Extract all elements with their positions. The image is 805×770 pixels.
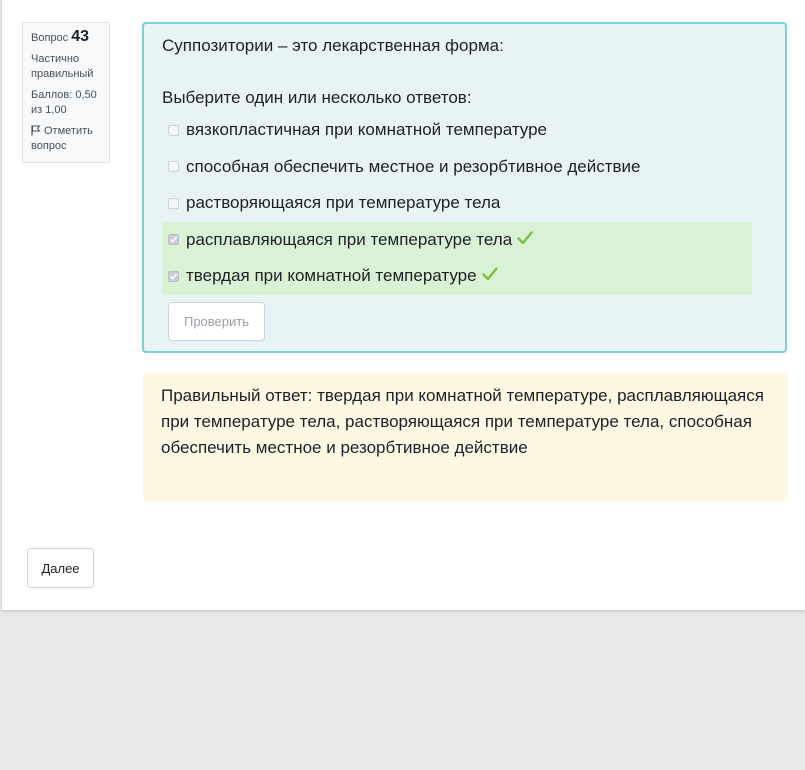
answer-checkbox[interactable] [168,161,179,173]
answer-checkbox[interactable] [168,124,179,136]
answer-option-4[interactable]: расплавляющаяся при температуре тела [162,221,752,258]
flag-question-link[interactable]: Отметить вопрос [31,124,109,154]
quiz-page: Вопрос 43 Частично правильный Баллов: 0,… [2,0,805,610]
question-text: Суппозитории – это лекарственная форма: [162,36,504,55]
answer-checkbox-checked[interactable] [168,234,179,246]
correct-check-icon [517,230,533,250]
right-answer-feedback: Правильный ответ: твердая при комнатной … [143,373,788,501]
question-number-label: Вопрос [31,32,69,44]
question-state: Частично правильный [31,53,94,80]
answer-checkbox-checked[interactable] [168,270,179,282]
answer-list: вязкопластичная при комнатной температур… [162,112,752,295]
answer-option-1[interactable]: вязкопластичная при комнатной температур… [162,112,752,149]
answer-label: вязкопластичная при комнатной температур… [186,120,548,140]
question-number: 43 [71,28,90,45]
flag-icon [31,125,44,137]
answer-label: способная обеспечить местное и резорбтив… [186,156,641,176]
question-grade: Баллов: 0,50 из 1,00 [31,89,97,116]
answer-label: твердая при комнатной температуре [186,266,477,286]
question-number-line: Вопрос 43 [31,29,109,46]
answer-label: расплавляющаяся при температуре тела [186,229,513,249]
answer-option-2[interactable]: способная обеспечить местное и резорбтив… [162,149,752,186]
correct-check-icon [481,266,498,286]
next-button[interactable]: Далее [27,548,94,588]
answer-prompt: Выберите один или несколько ответов: [162,88,472,107]
answer-label: растворяющаяся при температуре тела [186,193,501,213]
answer-checkbox[interactable] [168,197,179,209]
answer-option-5[interactable]: твердая при комнатной температуре [162,258,752,295]
question-formulation: Суппозитории – это лекарственная форма: … [142,22,787,353]
question-info-panel: Вопрос 43 Частично правильный Баллов: 0,… [22,22,110,163]
check-button[interactable]: Проверить [168,302,265,341]
answer-option-3[interactable]: растворяющаяся при температуре тела [162,185,752,222]
